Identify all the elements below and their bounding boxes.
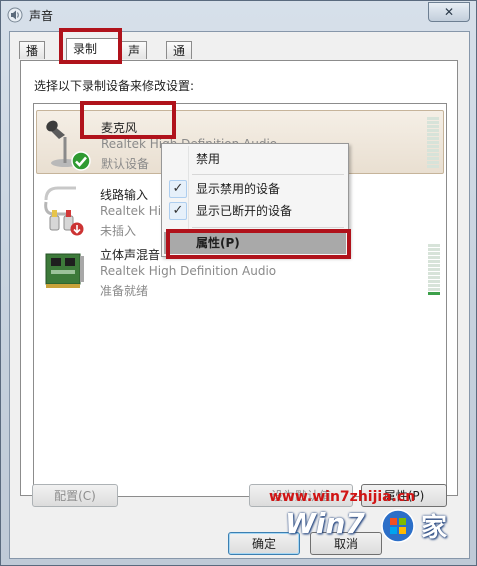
title-bar[interactable]: 声音 ✕ (1, 1, 476, 31)
input-level-meter (428, 244, 440, 296)
input-level-meter (427, 117, 439, 169)
annotation-box-microphone (80, 101, 176, 139)
watermark-suffix: 家 (421, 513, 448, 543)
window-title: 声音 (29, 9, 54, 23)
configure-button[interactable]: 配置(C) (32, 484, 118, 507)
watermark-logo: Win7 家 (285, 505, 461, 547)
watermark-url: www.win7zhijia.cn (269, 489, 416, 505)
checkmark-icon: ✓ (169, 202, 187, 220)
device-name: 立体声混音 (100, 248, 161, 262)
annotation-box-recording-tab (59, 28, 122, 64)
close-button[interactable]: ✕ (428, 2, 470, 22)
dialog-client-area: 播放 录制 声音 通信 选择以下录制设备来修改设置: (9, 31, 470, 559)
checkmark-icon: ✓ (169, 180, 187, 198)
sound-card-icon (45, 253, 84, 288)
device-status: 未插入 (100, 224, 137, 238)
tab-playback[interactable]: 播放 (19, 41, 46, 76)
menu-item-show-disconnected-devices[interactable]: ✓ 显示已断开的设备 (164, 200, 346, 222)
menu-item-show-disabled-devices[interactable]: ✓ 显示禁用的设备 (164, 178, 346, 200)
menu-item-disable[interactable]: 禁用 (164, 148, 346, 170)
device-status: 准备就绪 (100, 284, 149, 298)
device-name: 线路输入 (100, 188, 149, 202)
tab-communications[interactable]: 通信 (166, 41, 193, 76)
annotation-box-properties-menu (166, 229, 351, 259)
default-check-icon (71, 151, 91, 171)
sound-dialog-window: 声音 ✕ 播放 录制 声音 通信 选择以下录制设备来修改设置: (0, 0, 477, 566)
watermark-brand: Win7 (285, 507, 365, 540)
tab-sounds[interactable]: 声音 (121, 41, 148, 76)
speaker-icon (7, 7, 23, 23)
panel-instruction: 选择以下录制设备来修改设置: (34, 79, 195, 93)
unplugged-arrow-icon (70, 222, 84, 236)
windows-flag-icon (381, 509, 415, 543)
device-description: Realtek High Definition Audio (100, 264, 277, 278)
device-status: 默认设备 (101, 157, 150, 171)
